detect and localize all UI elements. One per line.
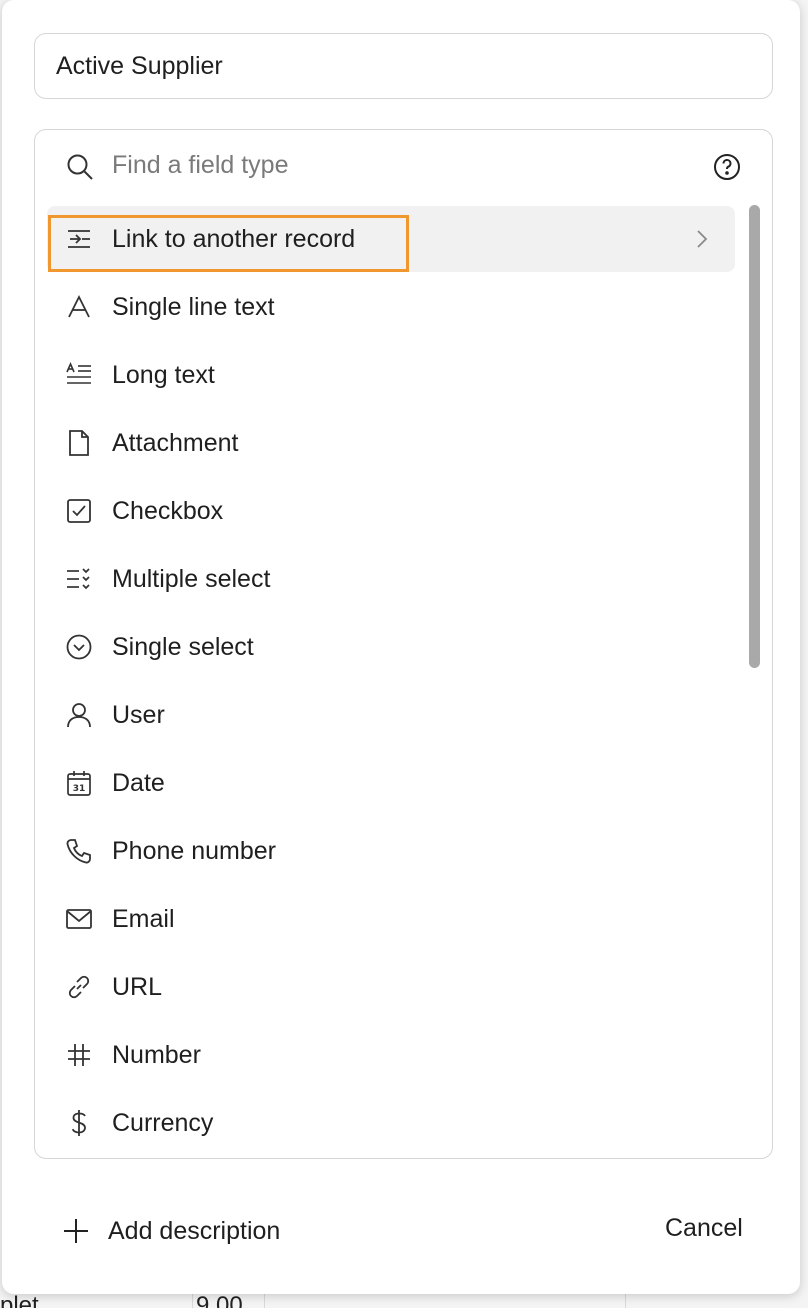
field-type-user[interactable]: User	[47, 682, 735, 748]
dollar-icon	[65, 1109, 93, 1137]
cancel-button[interactable]: Cancel	[665, 1214, 743, 1243]
field-type-label: URL	[112, 972, 163, 1001]
field-editor-dialog: Active Supplier Find a field type Link t…	[2, 0, 800, 1294]
scrollbar-thumb[interactable]	[749, 205, 760, 668]
field-type-panel: Find a field type Link to another record…	[34, 129, 773, 1159]
envelope-icon	[65, 905, 93, 933]
field-type-email[interactable]: Email	[47, 886, 735, 952]
field-type-label: Date	[112, 768, 165, 797]
field-type-label: Number	[112, 1040, 201, 1069]
field-type-checkbox[interactable]: Checkbox	[47, 478, 735, 544]
field-type-single-line-text[interactable]: Single line text	[47, 274, 735, 340]
field-type-currency[interactable]: Currency	[47, 1090, 735, 1156]
field-type-date[interactable]: 31 Date	[47, 750, 735, 816]
field-type-url[interactable]: URL	[47, 954, 735, 1020]
field-type-label: Phone number	[112, 836, 277, 865]
background-cell-text: plet	[0, 1292, 39, 1308]
field-type-long-text[interactable]: Long text	[47, 342, 735, 408]
field-type-single-select[interactable]: Single select	[47, 614, 735, 680]
phone-icon	[65, 837, 93, 865]
text-a-icon	[65, 293, 93, 321]
multi-select-icon	[65, 565, 93, 593]
hash-icon	[65, 1041, 93, 1069]
field-type-label: Attachment	[112, 428, 239, 457]
field-type-phone-number[interactable]: Phone number	[47, 818, 735, 884]
help-icon[interactable]	[712, 152, 742, 182]
calendar-icon: 31	[65, 769, 93, 797]
field-type-multiple-select[interactable]: Multiple select	[47, 546, 735, 612]
field-type-attachment[interactable]: Attachment	[47, 410, 735, 476]
plus-icon	[62, 1217, 90, 1245]
field-type-label: Long text	[112, 360, 215, 389]
search-icon	[65, 152, 95, 182]
user-icon	[65, 701, 93, 729]
field-type-label: Single line text	[112, 292, 275, 321]
document-icon	[65, 429, 93, 457]
field-type-search[interactable]: Find a field type	[35, 130, 772, 204]
field-type-label: Email	[112, 904, 175, 933]
chevron-right-icon	[691, 228, 713, 250]
field-name-input[interactable]: Active Supplier	[34, 33, 773, 99]
search-placeholder: Find a field type	[112, 151, 289, 179]
link-record-icon	[65, 225, 93, 253]
field-type-label: Link to another record	[112, 224, 356, 253]
chevron-circle-icon	[65, 633, 93, 661]
field-type-label: Currency	[112, 1108, 214, 1137]
link-icon	[65, 973, 93, 1001]
field-type-number[interactable]: Number	[47, 1022, 735, 1088]
field-type-label: User	[112, 700, 165, 729]
field-type-label: Multiple select	[112, 564, 271, 593]
background-cell-value: 9.00	[196, 1292, 243, 1308]
field-type-label: Checkbox	[112, 496, 224, 525]
add-description-label: Add description	[108, 1216, 281, 1245]
checkbox-icon	[65, 497, 93, 525]
long-text-icon	[65, 361, 93, 389]
field-type-link-to-another-record[interactable]: Link to another record	[47, 206, 735, 272]
field-name-value: Active Supplier	[56, 51, 223, 80]
svg-text:31: 31	[73, 784, 86, 794]
add-description-button[interactable]: Add description	[62, 1211, 280, 1251]
field-type-label: Single select	[112, 632, 254, 661]
